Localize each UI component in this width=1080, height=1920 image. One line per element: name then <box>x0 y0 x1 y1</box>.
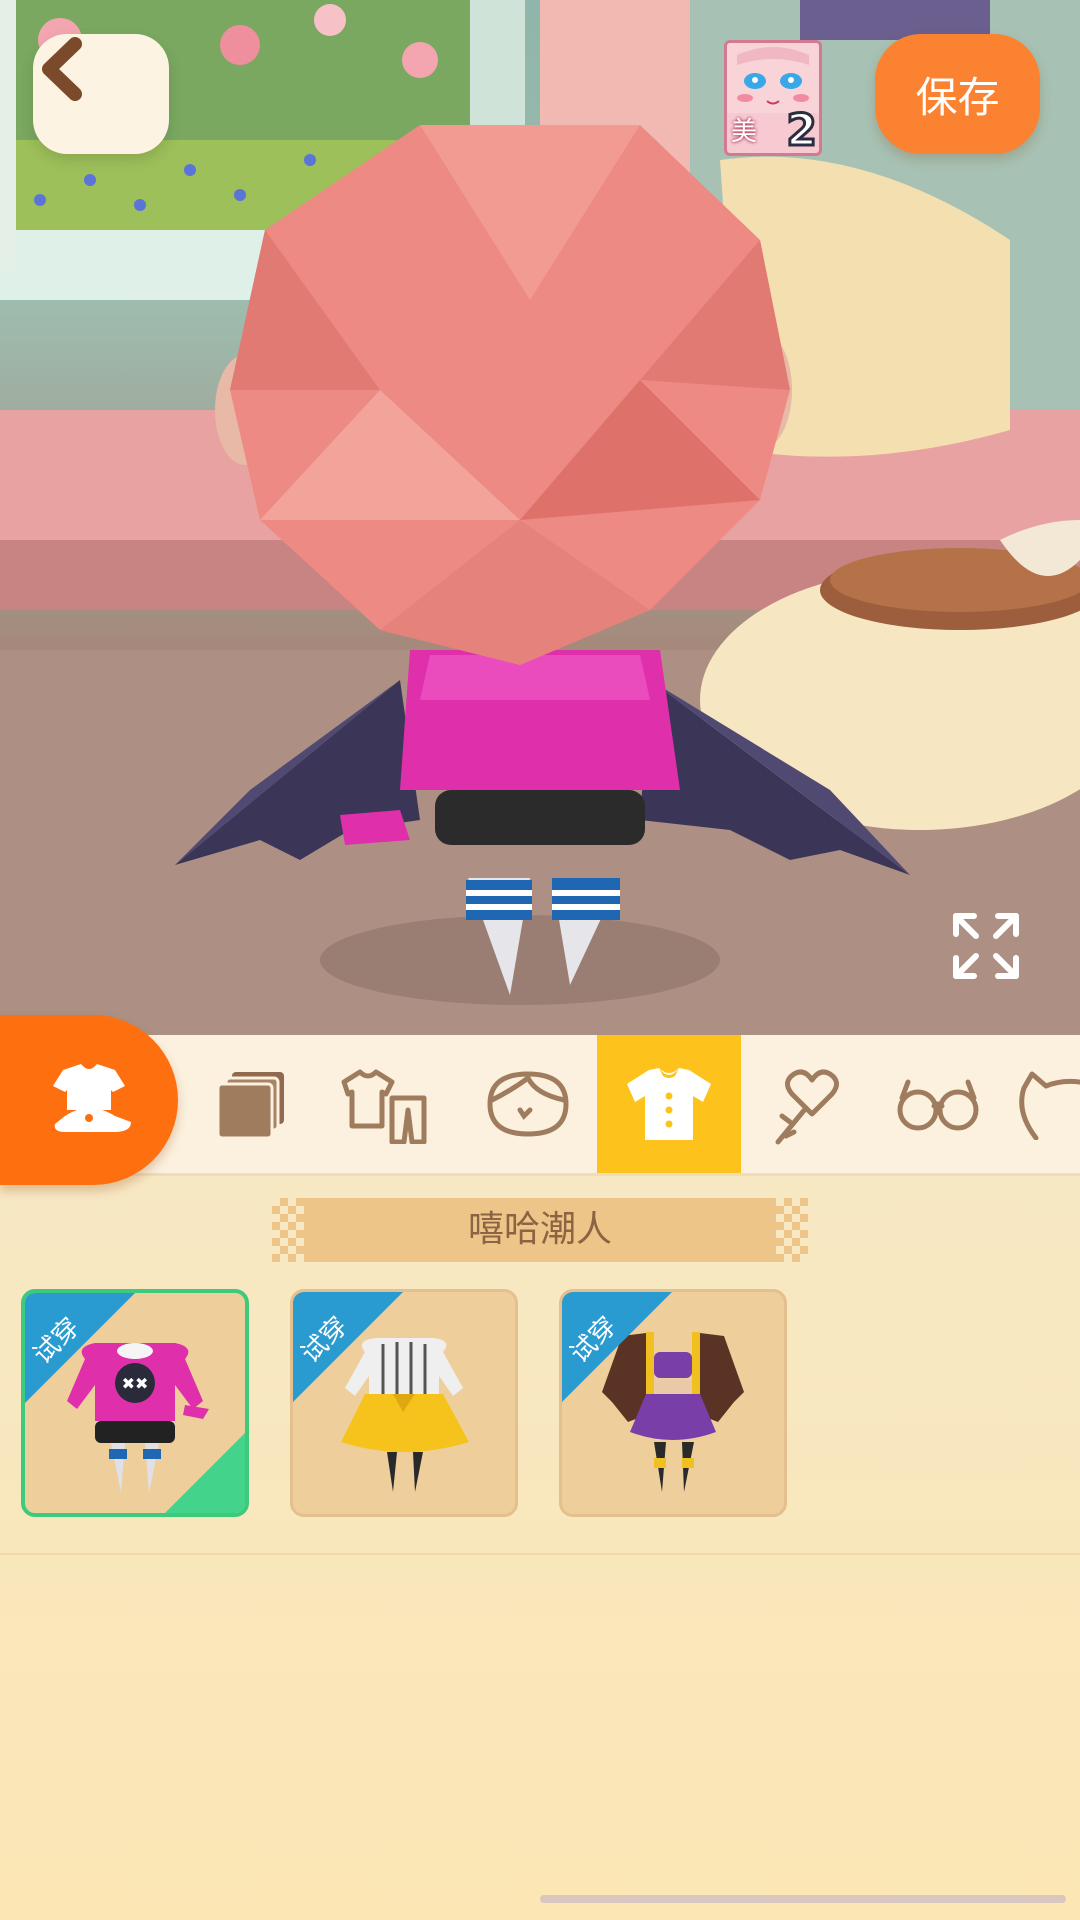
collection-title: 嘻哈潮人 <box>467 1209 612 1250</box>
try-on-ribbon: 试穿 <box>25 1293 135 1403</box>
item-panel <box>0 1176 1080 1920</box>
clothing-set-icon <box>341 1069 427 1144</box>
shirt-icon <box>627 1068 711 1140</box>
tab-shirt[interactable] <box>597 1035 741 1173</box>
outfit-category-button[interactable] <box>0 1015 178 1185</box>
collection-banner: 嘻哈潮人 <box>272 1198 808 1262</box>
chevron-left-icon <box>42 37 82 101</box>
try-on-ribbon: 试穿 <box>562 1292 672 1402</box>
makeup-avatar-badge[interactable]: 美 2 <box>724 40 822 156</box>
glasses-icon <box>897 1079 979 1131</box>
avatar-badge-count: 2 <box>785 104 819 156</box>
tab-accessory-wand[interactable] <box>746 1035 878 1173</box>
face-icon <box>487 1071 569 1137</box>
tab-headwear[interactable] <box>1010 1035 1080 1173</box>
room-background <box>0 0 1080 1035</box>
outfit-item-card[interactable]: ✖✖ 试穿 <box>21 1289 249 1517</box>
tab-layers[interactable] <box>186 1035 318 1173</box>
cat-ears-icon <box>1019 1071 1080 1140</box>
outfit-item-card[interactable]: 试穿 <box>559 1289 787 1517</box>
expand-view-button[interactable] <box>950 910 1022 982</box>
tab-glasses[interactable] <box>872 1035 1004 1173</box>
layers-icon <box>216 1072 284 1140</box>
home-indicator[interactable] <box>540 1895 1066 1903</box>
avatar-face-icon <box>727 43 819 113</box>
panel-divider <box>0 1553 1080 1555</box>
avatar-preview-scene[interactable]: 美 2 保存 <box>0 0 1080 1035</box>
outfit-icon <box>53 1064 131 1132</box>
save-button[interactable]: 保存 <box>875 34 1040 154</box>
expand-arrows-icon <box>953 913 1019 979</box>
avatar-badge-label: 美 <box>731 117 758 147</box>
outfit-item-card[interactable]: 试穿 <box>290 1289 518 1517</box>
tab-face[interactable] <box>462 1035 594 1173</box>
heart-wand-icon <box>775 1069 839 1145</box>
try-on-ribbon: 试穿 <box>293 1292 403 1402</box>
selected-corner <box>165 1433 245 1513</box>
back-button[interactable] <box>33 34 169 154</box>
tab-clothing-set[interactable] <box>318 1035 450 1173</box>
